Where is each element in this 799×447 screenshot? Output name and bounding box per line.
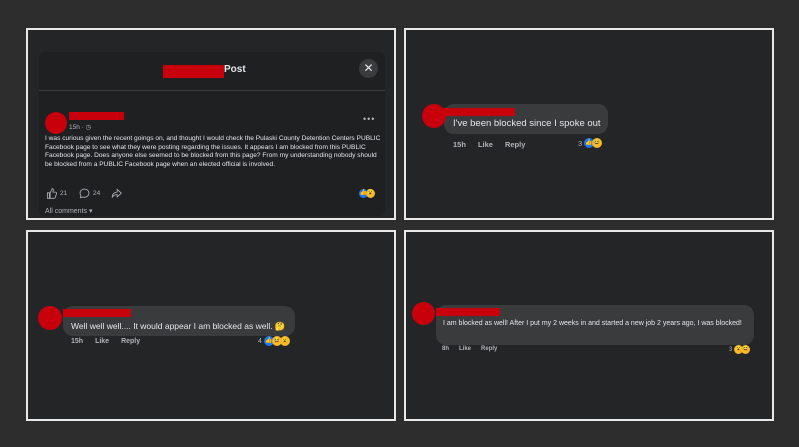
- comment-meta: 8h Like Reply: [442, 346, 497, 352]
- comment-reactions[interactable]: 3 👍 😆: [578, 138, 603, 148]
- avatar[interactable]: [412, 302, 435, 325]
- reaction-count: 3: [578, 138, 583, 148]
- post-title: Post: [224, 64, 246, 75]
- comment-meta: 15h Like Reply: [71, 338, 140, 345]
- like-link[interactable]: Like: [459, 346, 471, 352]
- thumbs-up-icon: [46, 188, 57, 199]
- post-header: Post ✕: [39, 52, 385, 91]
- redacted-author-name: [69, 112, 124, 120]
- share-action[interactable]: [111, 188, 122, 199]
- reply-link[interactable]: Reply: [481, 346, 497, 352]
- redacted-commenter-name: [444, 108, 515, 116]
- comment-action[interactable]: 24: [79, 188, 100, 199]
- reaction-count: 3: [729, 346, 733, 353]
- avatar[interactable]: [38, 306, 62, 330]
- wow-reaction-icon: 😮: [366, 189, 375, 198]
- haha-reaction-icon: 😆: [592, 138, 603, 148]
- more-options-icon[interactable]: •••: [363, 114, 375, 124]
- comment-count: 24: [93, 190, 101, 197]
- post-reactions[interactable]: 👍 😮: [359, 189, 375, 198]
- reply-link[interactable]: Reply: [505, 140, 525, 149]
- like-link[interactable]: Like: [478, 140, 493, 149]
- comment-meta: 15h Like Reply: [453, 140, 525, 149]
- close-icon[interactable]: ✕: [359, 59, 378, 78]
- all-comments-filter[interactable]: All comments ▾: [45, 207, 92, 215]
- comment-text: I am blocked as well! After I put my 2 w…: [443, 320, 742, 327]
- comment-reactions[interactable]: 4 👍 😆 😮: [258, 336, 290, 346]
- wow-reaction-icon: 😮: [279, 336, 290, 346]
- comment-icon: [79, 188, 90, 199]
- comment-time: 8h: [442, 346, 450, 352]
- post-panel: Post ✕ 15h · ◷ ••• I was curious given t…: [26, 28, 396, 220]
- comment-panel-1: I've been blocked since I spoke out 15h …: [404, 28, 774, 220]
- reaction-count: 4: [258, 337, 262, 345]
- redacted-commenter-name: [63, 309, 131, 317]
- like-count: 21: [60, 190, 68, 197]
- comment-time: 15h: [453, 140, 466, 149]
- post-timestamp: 15h · ◷: [69, 124, 92, 131]
- share-icon: [111, 188, 122, 198]
- redacted-page-name: [163, 65, 224, 78]
- redacted-commenter-name: [436, 308, 500, 316]
- comment-time: 15h: [71, 338, 84, 345]
- post-card: Post ✕ 15h · ◷ ••• I was curious given t…: [39, 52, 385, 216]
- haha-reaction-icon: 😆: [741, 345, 751, 354]
- post-body: I was curious given the recent goings on…: [45, 135, 381, 169]
- comment-text: Well well well.... It would appear I am …: [71, 321, 286, 331]
- reply-link[interactable]: Reply: [121, 338, 140, 345]
- avatar[interactable]: [422, 104, 446, 128]
- comment-text: I've been blocked since I spoke out: [453, 118, 601, 129]
- comment-panel-2: Well well well.... It would appear I am …: [26, 230, 396, 421]
- avatar[interactable]: [45, 112, 67, 134]
- comment-panel-3: I am blocked as well! After I put my 2 w…: [404, 230, 774, 421]
- comment-reactions[interactable]: 3 😮 😆: [729, 345, 751, 354]
- like-link[interactable]: Like: [95, 338, 109, 345]
- like-action[interactable]: 21: [46, 188, 67, 199]
